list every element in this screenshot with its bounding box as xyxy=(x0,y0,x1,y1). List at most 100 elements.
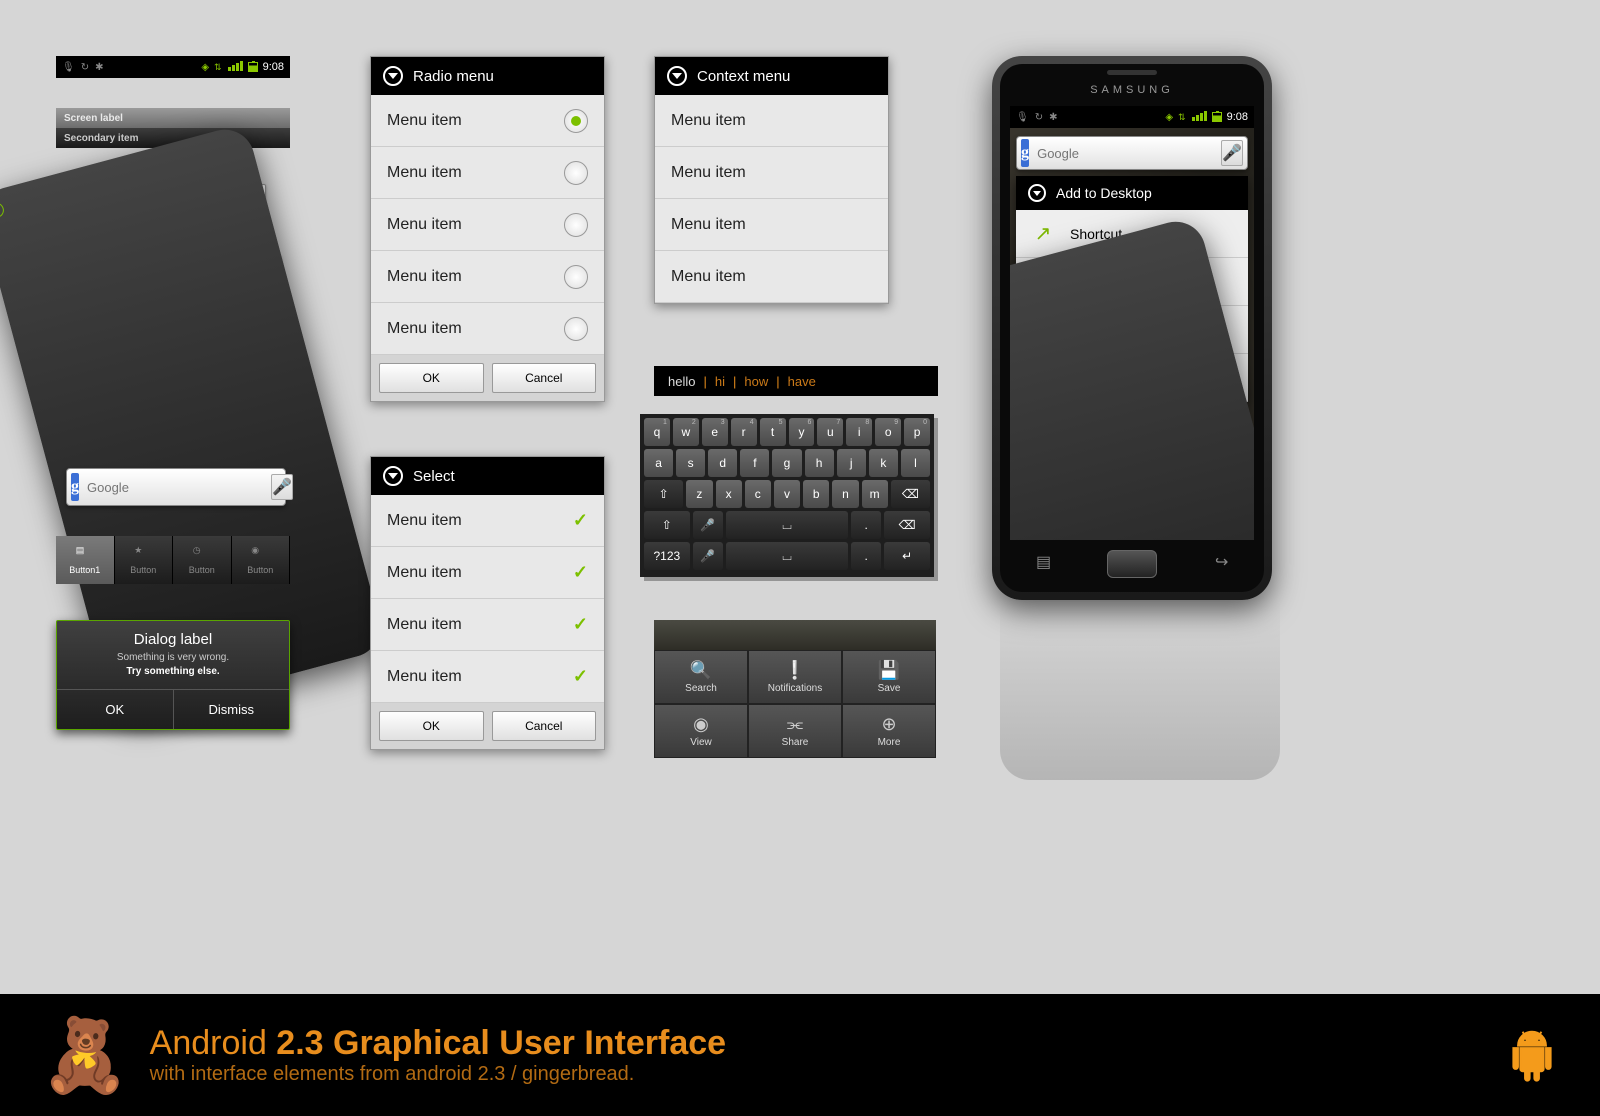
key-y[interactable]: y6 xyxy=(789,418,815,446)
key-c[interactable]: c xyxy=(745,480,771,508)
menu-hw-button[interactable]: ▤ xyxy=(1036,552,1051,572)
key-shift[interactable]: ⇧ xyxy=(644,511,690,539)
expand-down-icon xyxy=(383,66,403,86)
suggest-word[interactable]: hi xyxy=(715,374,725,389)
status-time: 9:08 xyxy=(263,61,284,73)
key-shift[interactable]: ⇧ xyxy=(644,480,683,508)
clock-icon: ◷ xyxy=(193,545,211,563)
context-item[interactable]: Menu item xyxy=(655,95,888,147)
phone-search-input[interactable] xyxy=(1029,146,1221,161)
context-menu-panel: Context menu Menu item Menu item Menu it… xyxy=(654,56,889,304)
data-icon: ⇅ xyxy=(214,62,222,73)
context-item[interactable]: Menu item xyxy=(655,199,888,251)
list-icon: ▤ xyxy=(76,545,94,563)
search-input[interactable] xyxy=(79,480,271,495)
radio-off-icon xyxy=(564,213,588,237)
key-enter[interactable]: ↵ xyxy=(884,542,930,570)
check-icon: ✓ xyxy=(573,562,588,583)
select-item[interactable]: Menu item✓ xyxy=(371,651,604,703)
google-icon[interactable]: g xyxy=(71,473,79,501)
key-k[interactable]: k xyxy=(869,449,898,477)
key-mic[interactable]: 🎤 xyxy=(693,511,723,539)
star-icon: ★ xyxy=(134,545,152,563)
key-l[interactable]: l xyxy=(901,449,930,477)
radio-item[interactable]: Menu item xyxy=(371,199,604,251)
phone-mic-button[interactable]: 🎤 xyxy=(1221,140,1243,166)
search-widget: g 🎤 xyxy=(66,468,286,506)
dialog-title: Dialog label xyxy=(57,621,289,652)
dialog-body2: Try something else. xyxy=(57,666,289,689)
tab-button2[interactable]: ★Button xyxy=(115,536,174,584)
key-r[interactable]: r4 xyxy=(731,418,757,446)
opt-view[interactable]: ◉View xyxy=(654,704,748,758)
radio-item[interactable]: Menu item xyxy=(371,147,604,199)
tab-button3[interactable]: ◷Button xyxy=(173,536,232,584)
key-period2[interactable]: . xyxy=(851,542,881,570)
key-g[interactable]: g xyxy=(772,449,801,477)
key-i[interactable]: i8 xyxy=(846,418,872,446)
key-space2[interactable]: ⌴ xyxy=(726,542,848,570)
key-u[interactable]: u7 xyxy=(817,418,843,446)
more-icon: ⊕ xyxy=(881,714,896,735)
key-d[interactable]: d xyxy=(708,449,737,477)
suggest-word[interactable]: have xyxy=(788,374,816,389)
select-item[interactable]: Menu item✓ xyxy=(371,599,604,651)
select-item[interactable]: Menu item✓ xyxy=(371,495,604,547)
context-item[interactable]: Menu item xyxy=(655,147,888,199)
share-icon: ⫘ xyxy=(787,714,803,735)
radio-item[interactable]: Menu item xyxy=(371,303,604,355)
suggestion-bar: hello| hi| how| have xyxy=(654,366,938,396)
google-icon[interactable]: g xyxy=(1021,139,1029,167)
opt-notifications[interactable]: ❕Notifications xyxy=(748,650,842,704)
key-n[interactable]: n xyxy=(832,480,858,508)
key-t[interactable]: t5 xyxy=(760,418,786,446)
radio-item[interactable]: Menu item xyxy=(371,251,604,303)
key-s[interactable]: s xyxy=(676,449,705,477)
suggest-word[interactable]: hello xyxy=(668,374,695,389)
key-v[interactable]: v xyxy=(774,480,800,508)
opt-more[interactable]: ⊕More xyxy=(842,704,936,758)
key-space[interactable]: ⌴ xyxy=(726,511,848,539)
tab-button1[interactable]: ▤Button1 xyxy=(56,536,115,584)
key-b[interactable]: b xyxy=(803,480,829,508)
key-x[interactable]: x xyxy=(716,480,742,508)
speaker-grille xyxy=(1107,70,1157,75)
opt-save[interactable]: 💾Save xyxy=(842,650,936,704)
dialog-dismiss-button[interactable]: Dismiss xyxy=(174,690,290,729)
radio-ok-button[interactable]: OK xyxy=(379,363,484,393)
dialog-ok-button[interactable]: OK xyxy=(57,690,174,729)
key-p[interactable]: p0 xyxy=(904,418,930,446)
key-w[interactable]: w2 xyxy=(673,418,699,446)
key-f[interactable]: f xyxy=(740,449,769,477)
mic-button[interactable]: 🎤 xyxy=(271,474,293,500)
select-item[interactable]: Menu item✓ xyxy=(371,547,604,599)
android-icon xyxy=(1504,1027,1560,1083)
key-period[interactable]: . xyxy=(851,511,881,539)
radio-menu-header: Radio menu xyxy=(371,57,604,95)
key-e[interactable]: e3 xyxy=(702,418,728,446)
radio-cancel-button[interactable]: Cancel xyxy=(492,363,597,393)
key-h[interactable]: h xyxy=(805,449,834,477)
key-o[interactable]: o9 xyxy=(875,418,901,446)
home-hw-button[interactable] xyxy=(1107,550,1157,578)
key-q[interactable]: q1 xyxy=(644,418,670,446)
back-hw-button[interactable]: ↩ xyxy=(1215,552,1228,572)
select-ok-button[interactable]: OK xyxy=(379,711,484,741)
radio-item[interactable]: Menu item xyxy=(371,95,604,147)
key-j[interactable]: j xyxy=(837,449,866,477)
context-item[interactable]: Menu item xyxy=(655,251,888,303)
wallpaper-strip xyxy=(654,620,936,650)
key-z[interactable]: z xyxy=(686,480,712,508)
status-bar: 🎙↻✱ ◈ ⇅ 9:08 xyxy=(56,56,290,78)
key-mic2[interactable]: 🎤 xyxy=(693,542,723,570)
key-backspace[interactable]: ⌫ xyxy=(884,511,930,539)
key-m[interactable]: m xyxy=(862,480,888,508)
key-backspace[interactable]: ⌫ xyxy=(891,480,930,508)
key-a[interactable]: a xyxy=(644,449,673,477)
tab-button4[interactable]: ◉Button xyxy=(232,536,291,584)
suggest-word[interactable]: how xyxy=(744,374,768,389)
opt-share[interactable]: ⫘Share xyxy=(748,704,842,758)
key-sym[interactable]: ?123 xyxy=(644,542,690,570)
select-cancel-button[interactable]: Cancel xyxy=(492,711,597,741)
opt-search[interactable]: 🔍Search xyxy=(654,650,748,704)
